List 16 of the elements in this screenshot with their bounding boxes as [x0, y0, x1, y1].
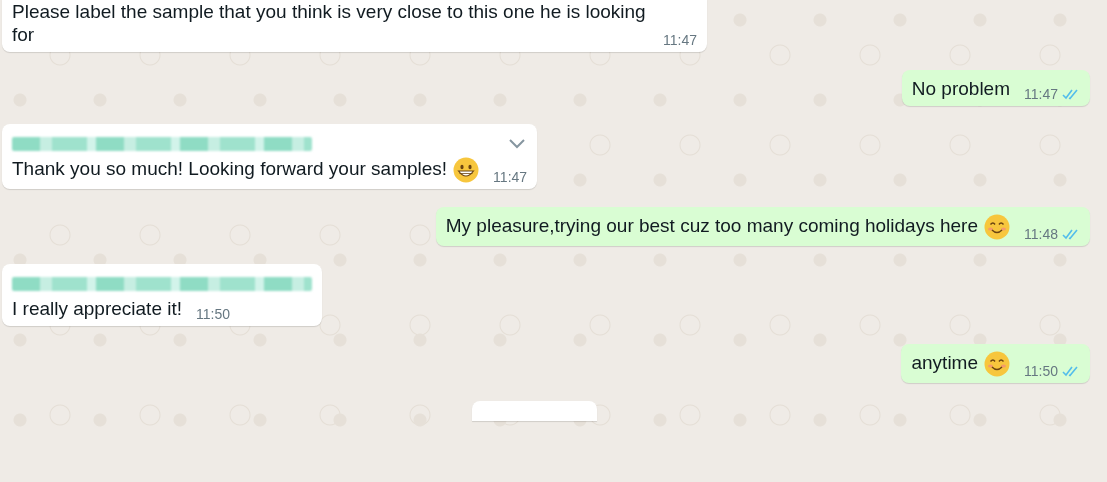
message-time: 11:48	[1024, 226, 1058, 242]
message-text: Please label the sample that you think is very close to this one he is looking for	[12, 0, 647, 46]
message-text: No problem	[911, 77, 1010, 100]
smiling-emoji-icon	[984, 214, 1010, 240]
chevron-down-icon[interactable]	[507, 138, 528, 150]
message-time: 11:47	[1024, 86, 1058, 102]
message-text: Thank you so much! Looking forward your samples!	[12, 157, 480, 183]
message-text: I really appreciate it!	[12, 297, 183, 320]
message-time: 11:50	[1024, 363, 1058, 379]
message-text: My pleasure,trying our best cuz too many coming holidays here	[445, 214, 1010, 240]
message-text: anytime	[911, 351, 1010, 377]
smiling-emoji-icon	[984, 351, 1010, 377]
message-time: 11:47	[493, 169, 528, 185]
message-time: 11:47	[663, 32, 697, 48]
message-time: 11:50	[196, 306, 231, 322]
grinning-emoji-icon	[453, 157, 480, 183]
